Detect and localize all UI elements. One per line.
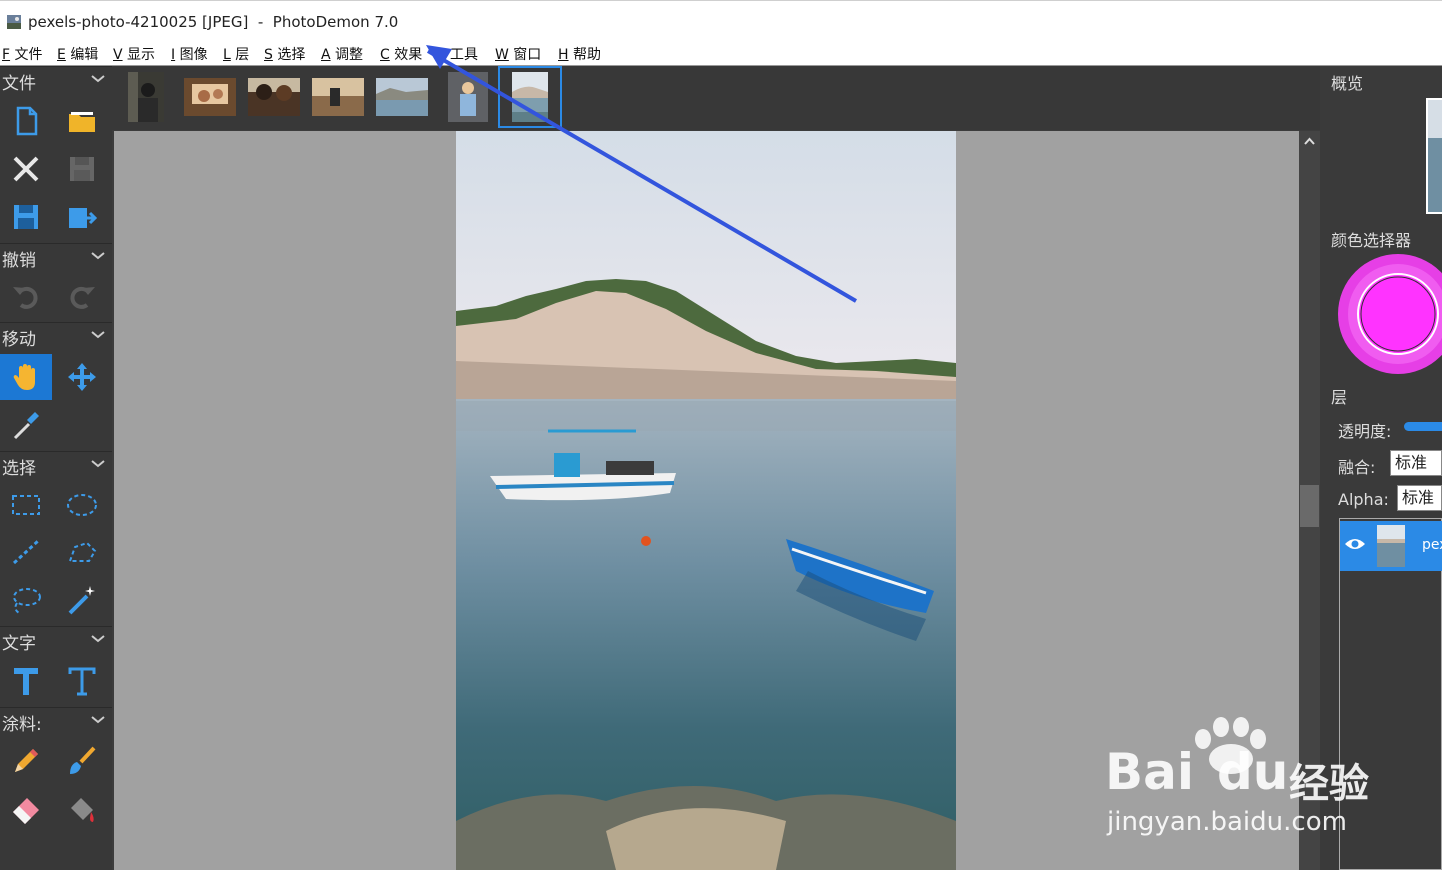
lasso-icon [13, 588, 41, 614]
color-wheel[interactable] [1338, 253, 1442, 375]
text-bold-icon [14, 668, 38, 695]
brush-tool-button[interactable] [56, 738, 108, 784]
color-picker-title: 颜色选择器 [1331, 231, 1412, 250]
pencil-icon [15, 749, 38, 772]
close-icon [13, 156, 39, 182]
chevron-down-icon [91, 460, 105, 468]
eye-icon[interactable] [1344, 536, 1366, 552]
magic-wand-button[interactable] [56, 577, 108, 623]
ellipse-select-button[interactable] [56, 482, 108, 528]
scroll-thumb[interactable] [1300, 485, 1319, 527]
menu-view[interactable]: V 显示 [113, 44, 155, 64]
rect-select-button[interactable] [0, 482, 52, 528]
chevron-down-icon [91, 331, 105, 339]
eyedropper-icon [13, 412, 39, 440]
scroll-up-icon[interactable] [1303, 135, 1316, 148]
window-title: pexels-photo-4210025 [JPEG] - PhotoDemon… [28, 13, 399, 31]
alpha-mode-dropdown[interactable]: 标准 [1397, 485, 1442, 511]
line-select-button[interactable] [0, 529, 52, 575]
menu-file[interactable]: F 文件 [2, 44, 43, 64]
paint-bucket-icon [71, 798, 94, 822]
undo-icon [13, 286, 38, 309]
chevron-down-icon [91, 75, 105, 83]
image-tab-4[interactable] [312, 78, 364, 116]
color-picker-tool-button[interactable] [0, 402, 52, 448]
chevron-down-icon [91, 716, 105, 724]
chevron-down-icon [91, 635, 105, 643]
eraser-icon [13, 798, 39, 824]
layer-name: pex [1422, 537, 1442, 553]
menu-image[interactable]: I 图像 [171, 44, 208, 64]
polygon-select-button[interactable] [56, 529, 108, 575]
save-as-button[interactable] [0, 194, 52, 240]
hand-icon [13, 364, 35, 390]
layer-thumbnail [1377, 525, 1405, 567]
eraser-tool-button[interactable] [0, 786, 52, 832]
section-file[interactable]: 文件 [0, 66, 112, 94]
menu-select[interactable]: S 选择 [264, 44, 305, 64]
watermark-cn: 经验 [1289, 761, 1369, 807]
app-icon [7, 15, 21, 29]
image-tab-1[interactable] [128, 72, 164, 122]
hand-tool-button[interactable] [0, 354, 52, 400]
blend-label: 融合: [1338, 458, 1376, 477]
image-tab-2[interactable] [184, 78, 236, 116]
move-tool-button[interactable] [56, 354, 108, 400]
menu-layer[interactable]: L 层 [223, 44, 249, 64]
new-file-icon [16, 106, 38, 136]
opacity-label: 透明度: [1338, 422, 1392, 441]
annotation-arrow [426, 45, 858, 303]
redo-icon [70, 286, 95, 309]
undo-button[interactable] [0, 273, 52, 319]
menu-edit[interactable]: E 编辑 [57, 44, 98, 64]
alpha-label: Alpha: [1338, 490, 1389, 509]
magic-wand-icon [68, 586, 95, 615]
paintbrush-icon [70, 746, 96, 774]
export-icon [69, 208, 98, 228]
move-arrows-icon [68, 363, 96, 391]
layer-row[interactable]: pex [1340, 521, 1442, 571]
watermark-brand: Bai [1105, 743, 1194, 801]
text-serif-icon [68, 667, 96, 696]
watermark-url: jingyan.baidu.com [1107, 807, 1347, 837]
typography-text-button[interactable] [56, 658, 108, 704]
fill-tool-button[interactable] [56, 786, 108, 832]
image-tab-3[interactable] [248, 78, 300, 116]
section-undo[interactable]: 撤销 [0, 243, 112, 271]
baidu-watermark: Bai du 经验 jingyan.baidu.com [1105, 715, 1405, 845]
menu-adjust[interactable]: A 调整 [321, 44, 363, 64]
opacity-slider[interactable] [1404, 422, 1442, 431]
new-file-button[interactable] [0, 98, 52, 144]
close-file-button[interactable] [0, 146, 52, 192]
chevron-down-icon [91, 252, 105, 260]
line-select-icon [12, 539, 40, 565]
basic-text-button[interactable] [0, 658, 52, 704]
save-as-icon [14, 205, 38, 229]
section-move[interactable]: 移动 [0, 322, 112, 350]
layers-title: 层 [1331, 388, 1348, 407]
pencil-tool-button[interactable] [0, 738, 52, 784]
save-button[interactable] [56, 146, 108, 192]
lasso-select-button[interactable] [0, 577, 52, 623]
blend-mode-dropdown[interactable]: 标准 [1390, 450, 1442, 476]
section-text[interactable]: 文字 [0, 626, 112, 654]
open-file-button[interactable] [56, 98, 108, 144]
section-select[interactable]: 选择 [0, 451, 112, 479]
toolbox: 文件 撤销 移动 选择 文字 涂料: [0, 66, 112, 870]
polygon-select-icon [68, 541, 97, 562]
watermark-brand-du: du [1217, 743, 1289, 801]
export-button[interactable] [56, 194, 108, 240]
overview-thumbnail[interactable] [1426, 98, 1442, 214]
section-paint[interactable]: 涂料: [0, 707, 112, 735]
rectangle-select-icon [12, 495, 40, 515]
save-icon [70, 157, 94, 181]
folder-open-icon [69, 112, 95, 132]
ellipse-select-icon [67, 494, 97, 516]
redo-button[interactable] [56, 273, 108, 319]
overview-title: 概览 [1331, 74, 1364, 93]
